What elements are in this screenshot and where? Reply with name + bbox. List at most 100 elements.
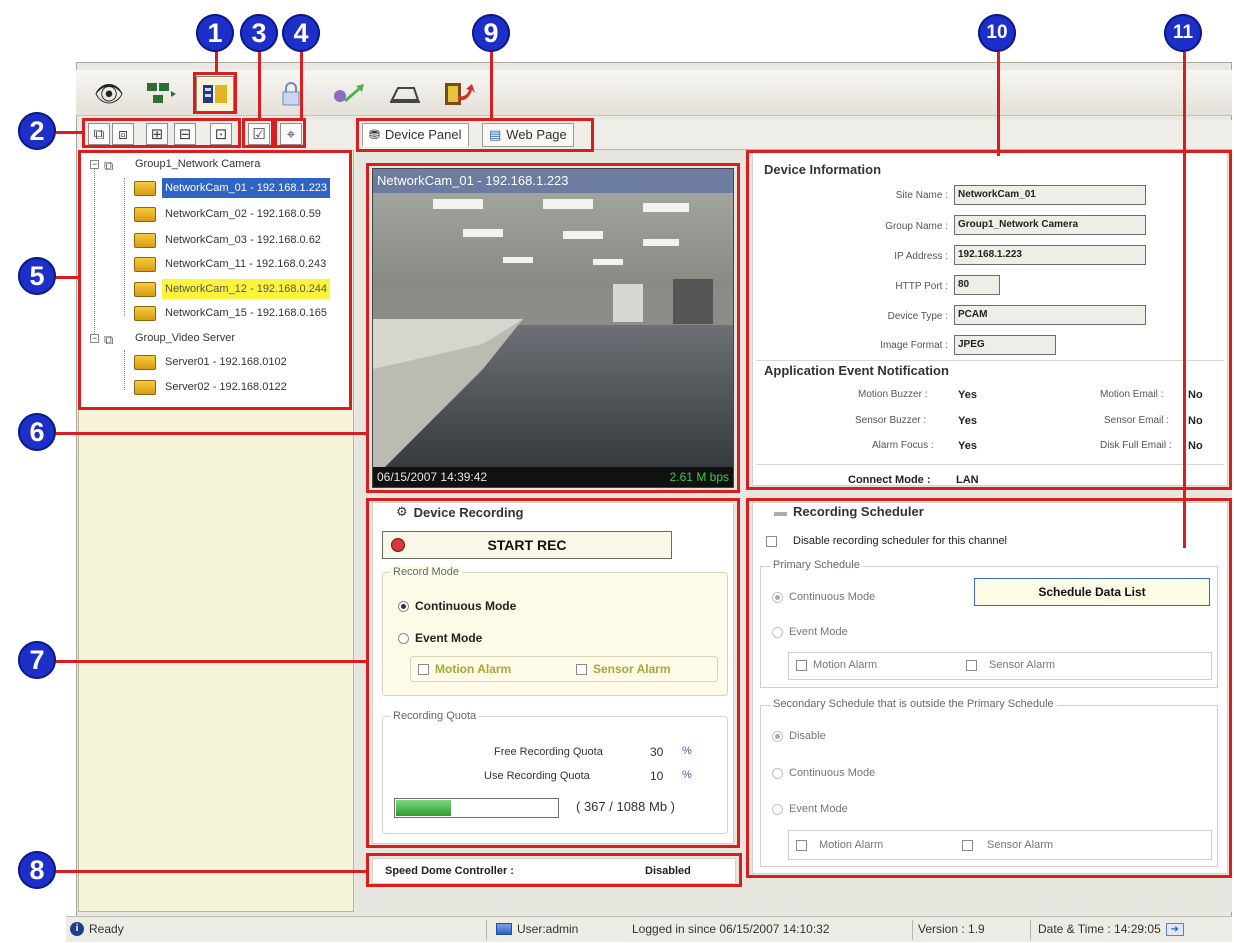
export-icon[interactable] (386, 76, 424, 112)
recording-gear-icon: ⚙ (396, 504, 408, 519)
alarm-focus-label: Alarm Focus : (872, 440, 934, 451)
radio-label: Continuous Mode (415, 599, 517, 613)
remove-group-icon[interactable]: ⧈ (112, 123, 134, 145)
tree-item[interactable]: Server01 - 192.168.0102 (134, 352, 290, 372)
tree-group[interactable]: ⧉ Group_Video Server (104, 328, 238, 348)
free-quota-unit: % (682, 745, 692, 757)
continuous-mode-radio[interactable]: Continuous Mode (398, 599, 516, 613)
image-format-label: Image Format : (880, 340, 948, 351)
camera-folder-icon (134, 206, 156, 222)
tree-item[interactable]: Server02 - 192.168.0122 (134, 377, 290, 397)
tree-item-label: Server01 - 192.168.0102 (165, 356, 287, 368)
tree-item[interactable]: NetworkCam_01 - 192.168.1.223 (134, 178, 331, 198)
checkbox (576, 663, 587, 675)
event-mode-radio[interactable]: Event Mode (398, 631, 482, 645)
device-information-title: Device Information (764, 162, 882, 177)
apply-check-icon[interactable]: ☑ (248, 123, 270, 145)
divider (912, 920, 913, 940)
device-recording-title-text: Device Recording (413, 504, 524, 520)
video-timestamp: 06/15/2007 14:39:42 (377, 470, 488, 484)
tree-item[interactable]: NetworkCam_15 - 192.168.0.165 (134, 303, 330, 323)
server-folder-icon (134, 354, 156, 370)
leader-line (56, 276, 78, 279)
motion-buzzer-value: Yes (958, 389, 977, 401)
primary-motion-checkbox[interactable]: Motion Alarm (796, 659, 877, 671)
leader-line (997, 52, 1000, 156)
device-panel-icon: ⛃ (369, 127, 380, 142)
speed-dome-panel: Speed Dome Controller : Disabled (372, 858, 736, 884)
tree-item[interactable]: NetworkCam_03 - 192.168.0.62 (134, 230, 324, 250)
checkbox-label: Motion Alarm (819, 839, 884, 851)
search-device-icon[interactable]: ⌖ (280, 123, 302, 145)
tab-web-page[interactable]: ▤ Web Page (482, 123, 574, 147)
primary-continuous-radio[interactable]: Continuous Mode (772, 591, 875, 603)
group-name-field: Group1_Network Camera (954, 215, 1146, 235)
config-panel-icon[interactable] (196, 76, 234, 112)
radio-indicator (398, 632, 409, 644)
free-quota-label: Free Recording Quota (494, 746, 603, 758)
radio-label: Continuous Mode (789, 591, 876, 603)
callout-8: 8 (18, 851, 56, 889)
expand-toggle[interactable]: − (90, 334, 99, 343)
leader-line (215, 50, 218, 72)
tree-group[interactable]: ⧉ Group1_Network Camera (104, 154, 263, 174)
edit-device-icon[interactable]: ⊡ (210, 123, 232, 145)
speed-dome-label: Speed Dome Controller : (385, 865, 514, 877)
sensor-alarm-checkbox[interactable]: Sensor Alarm (576, 662, 671, 676)
tree-item[interactable]: NetworkCam_02 - 192.168.0.59 (134, 204, 324, 224)
disable-scheduler-checkbox[interactable]: Disable recording scheduler for this cha… (766, 535, 1007, 547)
expand-toggle[interactable]: − (90, 160, 99, 169)
motion-alarm-checkbox[interactable]: Motion Alarm (418, 662, 511, 676)
leader-line (56, 660, 366, 663)
primary-event-radio[interactable]: Event Mode (772, 626, 848, 638)
callout-6: 6 (18, 413, 56, 451)
status-logged: Logged in since 06/15/2007 14:10:32 (632, 922, 830, 936)
tree-item-label: Server02 - 192.168.0122 (165, 381, 287, 393)
secondary-disable-radio[interactable]: Disable (772, 730, 826, 742)
checkbox (418, 663, 429, 675)
camera-folder-icon (134, 281, 156, 297)
video-preview[interactable]: NetworkCam_01 - 192.168.1.223 06/15/2007… (372, 168, 734, 488)
tree-group-label: Group_Video Server (135, 332, 236, 344)
use-quota-label: Use Recording Quota (484, 770, 590, 782)
add-device-icon[interactable]: ⊞ (146, 123, 168, 145)
primary-sensor-checkbox[interactable]: Sensor Alarm (966, 659, 1055, 671)
radio-label: Continuous Mode (789, 767, 876, 779)
image-format-field: JPEG (954, 335, 1056, 355)
secondary-sensor-checkbox[interactable]: Sensor Alarm (962, 839, 1053, 851)
radio-indicator (772, 730, 783, 742)
status-bar: i Ready User:admin Logged in since 06/15… (66, 916, 1232, 942)
remove-device-icon[interactable]: ⊟ (174, 123, 196, 145)
leader-line (300, 50, 303, 118)
free-quota-value: 30 (650, 745, 664, 759)
secondary-continuous-radio[interactable]: Continuous Mode (772, 767, 875, 779)
playback-arrow-icon[interactable] (330, 76, 368, 112)
camera-folder-icon (134, 305, 156, 321)
callout-10: 10 (978, 14, 1016, 52)
add-group-icon[interactable]: ⧉ (88, 123, 110, 145)
config-panel-glyph (203, 85, 227, 103)
tree-item[interactable]: NetworkCam_12 - 192.168.0.244 (134, 279, 331, 299)
group-name-label: Group Name : (885, 221, 948, 232)
sensor-buzzer-value: Yes (958, 415, 977, 427)
connect-mode-value: LAN (956, 474, 979, 486)
quota-usage-text: ( 367 / 1088 Mb ) (576, 799, 675, 814)
schedule-data-list-button[interactable]: Schedule Data List (974, 578, 1210, 606)
checkbox-label: Motion Alarm (435, 662, 512, 676)
video-title: NetworkCam_01 - 192.168.1.223 (373, 169, 733, 193)
start-rec-button[interactable]: START REC (382, 531, 672, 559)
status-user: User:admin (496, 922, 578, 936)
tree-item[interactable]: NetworkCam_11 - 192.168.0.243 (134, 254, 329, 274)
divider (486, 920, 487, 940)
lock-icon[interactable] (272, 76, 310, 112)
secondary-event-radio[interactable]: Event Mode (772, 803, 848, 815)
secondary-motion-checkbox[interactable]: Motion Alarm (796, 839, 883, 851)
video-bitrate: 2.61 M bps (669, 470, 729, 484)
tab-device-panel[interactable]: ⛃ Device Panel (362, 123, 469, 147)
server-folder-icon (134, 379, 156, 395)
exit-icon[interactable] (440, 76, 478, 112)
eye-icon[interactable]: 👁 (90, 76, 128, 112)
network-devices-icon[interactable] (142, 76, 180, 112)
sensor-email-label: Sensor Email : (1104, 415, 1170, 426)
arrow-right-icon[interactable]: ➜ (1165, 922, 1184, 936)
